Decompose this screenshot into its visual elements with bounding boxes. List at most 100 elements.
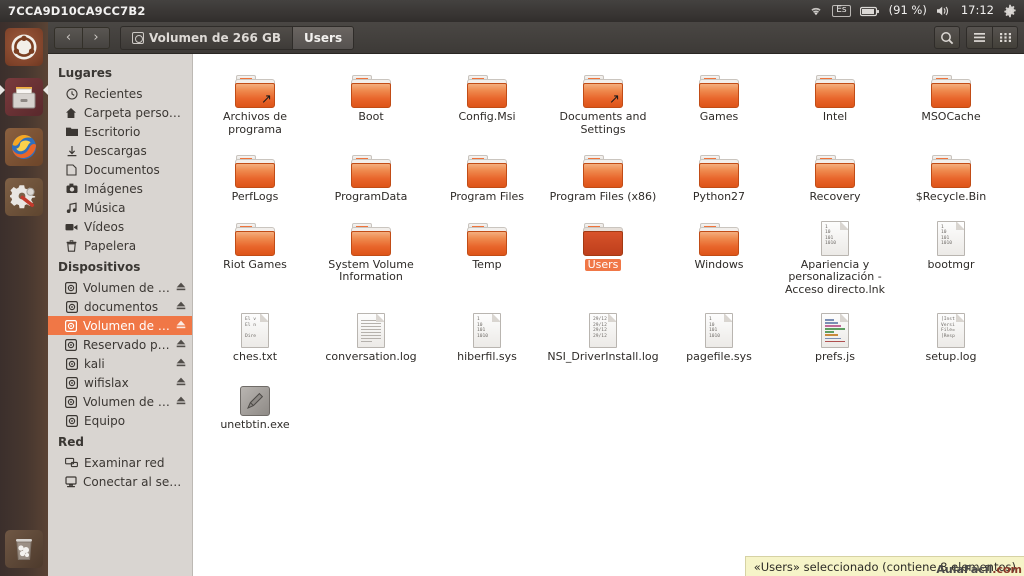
file-item[interactable]: Recovery xyxy=(777,140,893,204)
file-item[interactable]: $Recycle.Bin xyxy=(893,140,1009,204)
sidebar-item-papelera[interactable]: Papelera xyxy=(48,236,192,255)
file-item[interactable]: 1 10 101 1010 bootmgr xyxy=(893,208,1009,297)
sidebar-item-im-genes[interactable]: Imágenes xyxy=(48,179,192,198)
file-item[interactable]: Boot xyxy=(313,60,429,136)
file-icon-box xyxy=(467,64,507,108)
file-item[interactable]: MSOCache xyxy=(893,60,1009,136)
back-button[interactable]: ‹ xyxy=(54,26,82,49)
file-item[interactable]: Games xyxy=(661,60,777,136)
clock-label[interactable]: 17:12 xyxy=(961,5,994,17)
sidebar-item-reservado-par[interactable]: Reservado par… xyxy=(48,335,192,354)
file-item[interactable]: PerfLogs xyxy=(197,140,313,204)
file-item[interactable]: 1 10 101 1010 hiberfil.sys xyxy=(429,300,545,364)
file-item[interactable]: Riot Games xyxy=(197,208,313,297)
file-item[interactable]: System Volume Information xyxy=(313,208,429,297)
file-item[interactable]: ↗ Documents and Settings xyxy=(545,60,661,136)
unity-launcher xyxy=(0,22,48,576)
eject-icon[interactable] xyxy=(176,339,186,351)
sidebar-item-descargas[interactable]: Descargas xyxy=(48,141,192,160)
window-toolbar: ‹ › Volumen de 266 GB Users xyxy=(48,22,1024,54)
file-view[interactable]: ↗ Archivos de programa Boot Config.Msi ↗ Docu… xyxy=(193,54,1024,576)
file-item[interactable]: Python27 xyxy=(661,140,777,204)
file-item[interactable]: 29/12 29/12 29/12 29/12 NSI_DriverInstall… xyxy=(545,300,661,364)
sidebar-item-documentos[interactable]: Documentos xyxy=(48,160,192,179)
file-icon-box: ↗ xyxy=(235,64,275,108)
keyboard-layout-indicator[interactable]: Es xyxy=(832,5,851,17)
file-icon-box: 1 10 101 1010 xyxy=(705,304,733,348)
folder-icon xyxy=(467,75,507,108)
file-item[interactable]: Program Files xyxy=(429,140,545,204)
sidebar-item-volumen-de-5[interactable]: Volumen de 5… xyxy=(48,278,192,297)
sidebar-item-kali[interactable]: kali xyxy=(48,354,192,373)
launcher-item-system-settings[interactable] xyxy=(0,172,48,222)
desktop-screen: 7CCA9D10CA9CC7B2 Es (91 %) 17:12 ‹ › Vol… xyxy=(0,0,1024,576)
file-item[interactable]: prefs.js xyxy=(777,300,893,364)
file-item[interactable]: conversation.log xyxy=(313,300,429,364)
launcher-item-ubuntu-dash[interactable] xyxy=(0,22,48,72)
file-item[interactable]: unetbtin.exe xyxy=(197,368,313,432)
file-item[interactable]: El v El n Dire ches.txt xyxy=(197,300,313,364)
file-icon-box xyxy=(583,144,623,188)
eject-icon[interactable] xyxy=(176,301,186,313)
sidebar-item-label: Volumen de 2… xyxy=(83,318,170,333)
sidebar-item-volumen-de-2[interactable]: Volumen de 2… xyxy=(48,316,192,335)
file-item[interactable]: [Inst Versi File= [Resp setup.log xyxy=(893,300,1009,364)
file-label: NSI_DriverInstall.log xyxy=(547,350,659,363)
sidebar-item-wifislax[interactable]: wifislax xyxy=(48,373,192,392)
file-icon-box xyxy=(699,64,739,108)
sidebar-item-conectar-al-servidor[interactable]: Conectar al servidor xyxy=(48,472,192,491)
eject-icon[interactable] xyxy=(176,282,186,294)
gear-icon[interactable] xyxy=(1003,4,1017,18)
sidebar-item-volumen-de-2[interactable]: Volumen de 2… xyxy=(48,392,192,411)
code-line xyxy=(825,328,845,330)
drive-icon xyxy=(65,376,78,389)
view-mode-buttons xyxy=(966,26,1018,49)
breadcrumb-item-users[interactable]: Users xyxy=(292,25,355,50)
volume-icon[interactable] xyxy=(936,5,952,17)
watermark-part1: AulaFacil xyxy=(936,563,993,576)
trash-icon xyxy=(65,239,78,252)
text-file-icon: [Inst Versi File= [Resp xyxy=(937,313,965,348)
folder-icon xyxy=(467,222,507,256)
sidebar-item-v-deos[interactable]: Vídeos xyxy=(48,217,192,236)
file-icon-box xyxy=(699,144,739,188)
file-label: unetbtin.exe xyxy=(220,417,290,431)
folder-icon xyxy=(815,155,855,188)
grid-view-button[interactable] xyxy=(992,26,1018,49)
search-button[interactable] xyxy=(934,26,960,49)
file-item[interactable]: ProgramData xyxy=(313,140,429,204)
navigation-buttons: ‹ › xyxy=(54,26,110,49)
file-icon-box xyxy=(815,144,855,188)
file-item[interactable]: Program Files (x86) xyxy=(545,140,661,204)
sidebar-item-recientes[interactable]: Recientes xyxy=(48,84,192,103)
eject-icon[interactable] xyxy=(176,396,186,408)
breadcrumb-item-volume[interactable]: Volumen de 266 GB xyxy=(120,25,293,50)
file-item[interactable]: 1 10 101 1010 Apariencia y personalizació… xyxy=(777,208,893,297)
sidebar-item-label: Vídeos xyxy=(84,219,125,234)
file-item[interactable]: Windows xyxy=(661,208,777,297)
sidebar-item-examinar-red[interactable]: Examinar red xyxy=(48,453,192,472)
file-item[interactable]: Temp xyxy=(429,208,545,297)
launcher-item-files[interactable] xyxy=(0,72,48,122)
file-item[interactable]: Config.Msi xyxy=(429,60,545,136)
forward-button[interactable]: › xyxy=(82,26,110,49)
list-view-button[interactable] xyxy=(966,26,992,49)
battery-icon[interactable] xyxy=(859,6,880,17)
eject-icon[interactable] xyxy=(176,377,186,389)
sidebar-section-title: Dispositivos xyxy=(58,260,141,274)
eject-icon[interactable] xyxy=(176,320,186,332)
wifi-icon[interactable] xyxy=(809,5,823,17)
sidebar-item-documentos[interactable]: documentos xyxy=(48,297,192,316)
sidebar-item-carpeta-personal[interactable]: Carpeta personal xyxy=(48,103,192,122)
file-item[interactable]: Users xyxy=(545,208,661,297)
sidebar-item-m-sica[interactable]: Música xyxy=(48,198,192,217)
folder-icon xyxy=(815,75,855,108)
eject-icon[interactable] xyxy=(176,358,186,370)
launcher-item-firefox[interactable] xyxy=(0,122,48,172)
file-item[interactable]: 1 10 101 1010 pagefile.sys xyxy=(661,300,777,364)
launcher-item-trash[interactable] xyxy=(0,524,48,574)
file-item[interactable]: Intel xyxy=(777,60,893,136)
sidebar-item-escritorio[interactable]: Escritorio xyxy=(48,122,192,141)
file-item[interactable]: ↗ Archivos de programa xyxy=(197,60,313,136)
sidebar-item-equipo[interactable]: Equipo xyxy=(48,411,192,430)
